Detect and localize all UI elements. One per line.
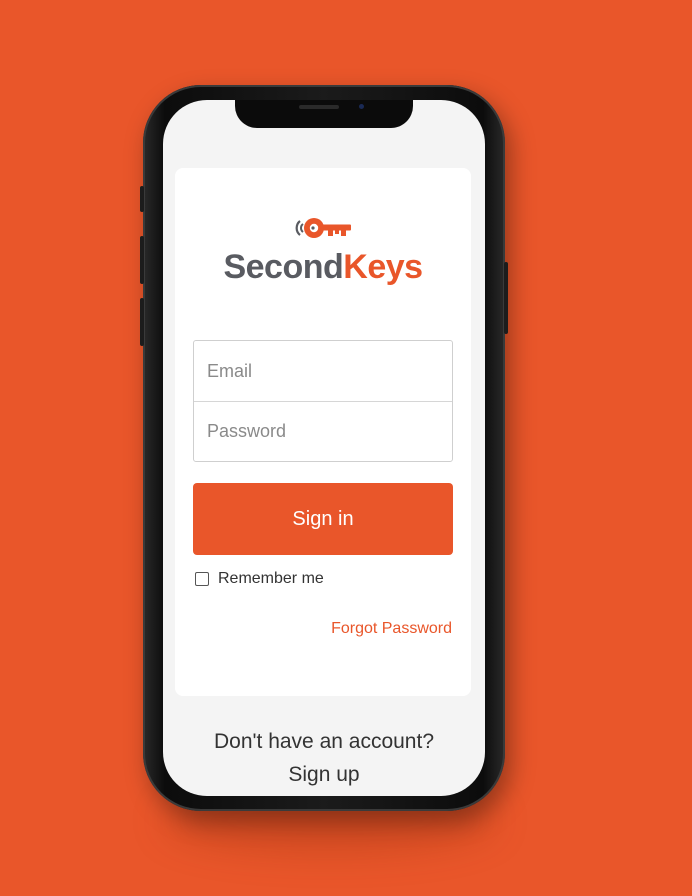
credentials-fields (193, 340, 453, 462)
brand-name-part1: Second (223, 248, 344, 286)
volume-up-button (140, 236, 144, 284)
camera-icon (359, 104, 364, 109)
email-field[interactable] (194, 341, 452, 401)
silent-switch (140, 186, 144, 212)
volume-down-button (140, 298, 144, 346)
remember-me-checkbox[interactable] (195, 572, 209, 586)
notch (235, 100, 413, 128)
brand-name-part2: Keys (343, 248, 423, 286)
phone-screen: SecondKeys Sign in Remember me Forgot Pa… (163, 100, 485, 796)
login-card: SecondKeys Sign in Remember me Forgot Pa… (175, 168, 471, 696)
forgot-password-link[interactable]: Forgot Password (331, 620, 452, 638)
power-button (504, 262, 508, 334)
remember-me-label: Remember me (218, 570, 324, 587)
brand-logo-text: SecondKeys (175, 248, 471, 287)
key-icon (295, 218, 351, 238)
sign-up-link[interactable]: Sign up (163, 763, 485, 787)
speaker-icon (299, 105, 339, 109)
password-field[interactable] (194, 401, 452, 461)
signup-prompt: Don't have an account? (214, 730, 434, 753)
sign-in-button[interactable]: Sign in (193, 483, 453, 555)
remember-me-option[interactable]: Remember me (195, 570, 324, 588)
